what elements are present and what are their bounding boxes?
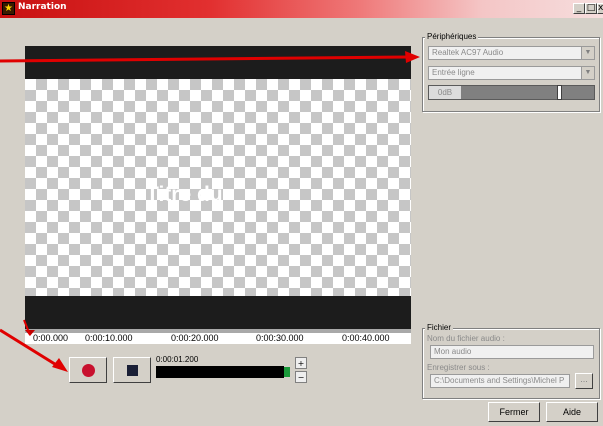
annotation-overlay [0,51,420,372]
annotation-arrow-timeline [23,319,31,336]
annotation-arrow-devices [0,51,420,63]
annotation-arrow-record [0,328,68,372]
narration-window: ★ Narration _ □ x Titre du 0:00.000 0:00… [0,0,603,426]
